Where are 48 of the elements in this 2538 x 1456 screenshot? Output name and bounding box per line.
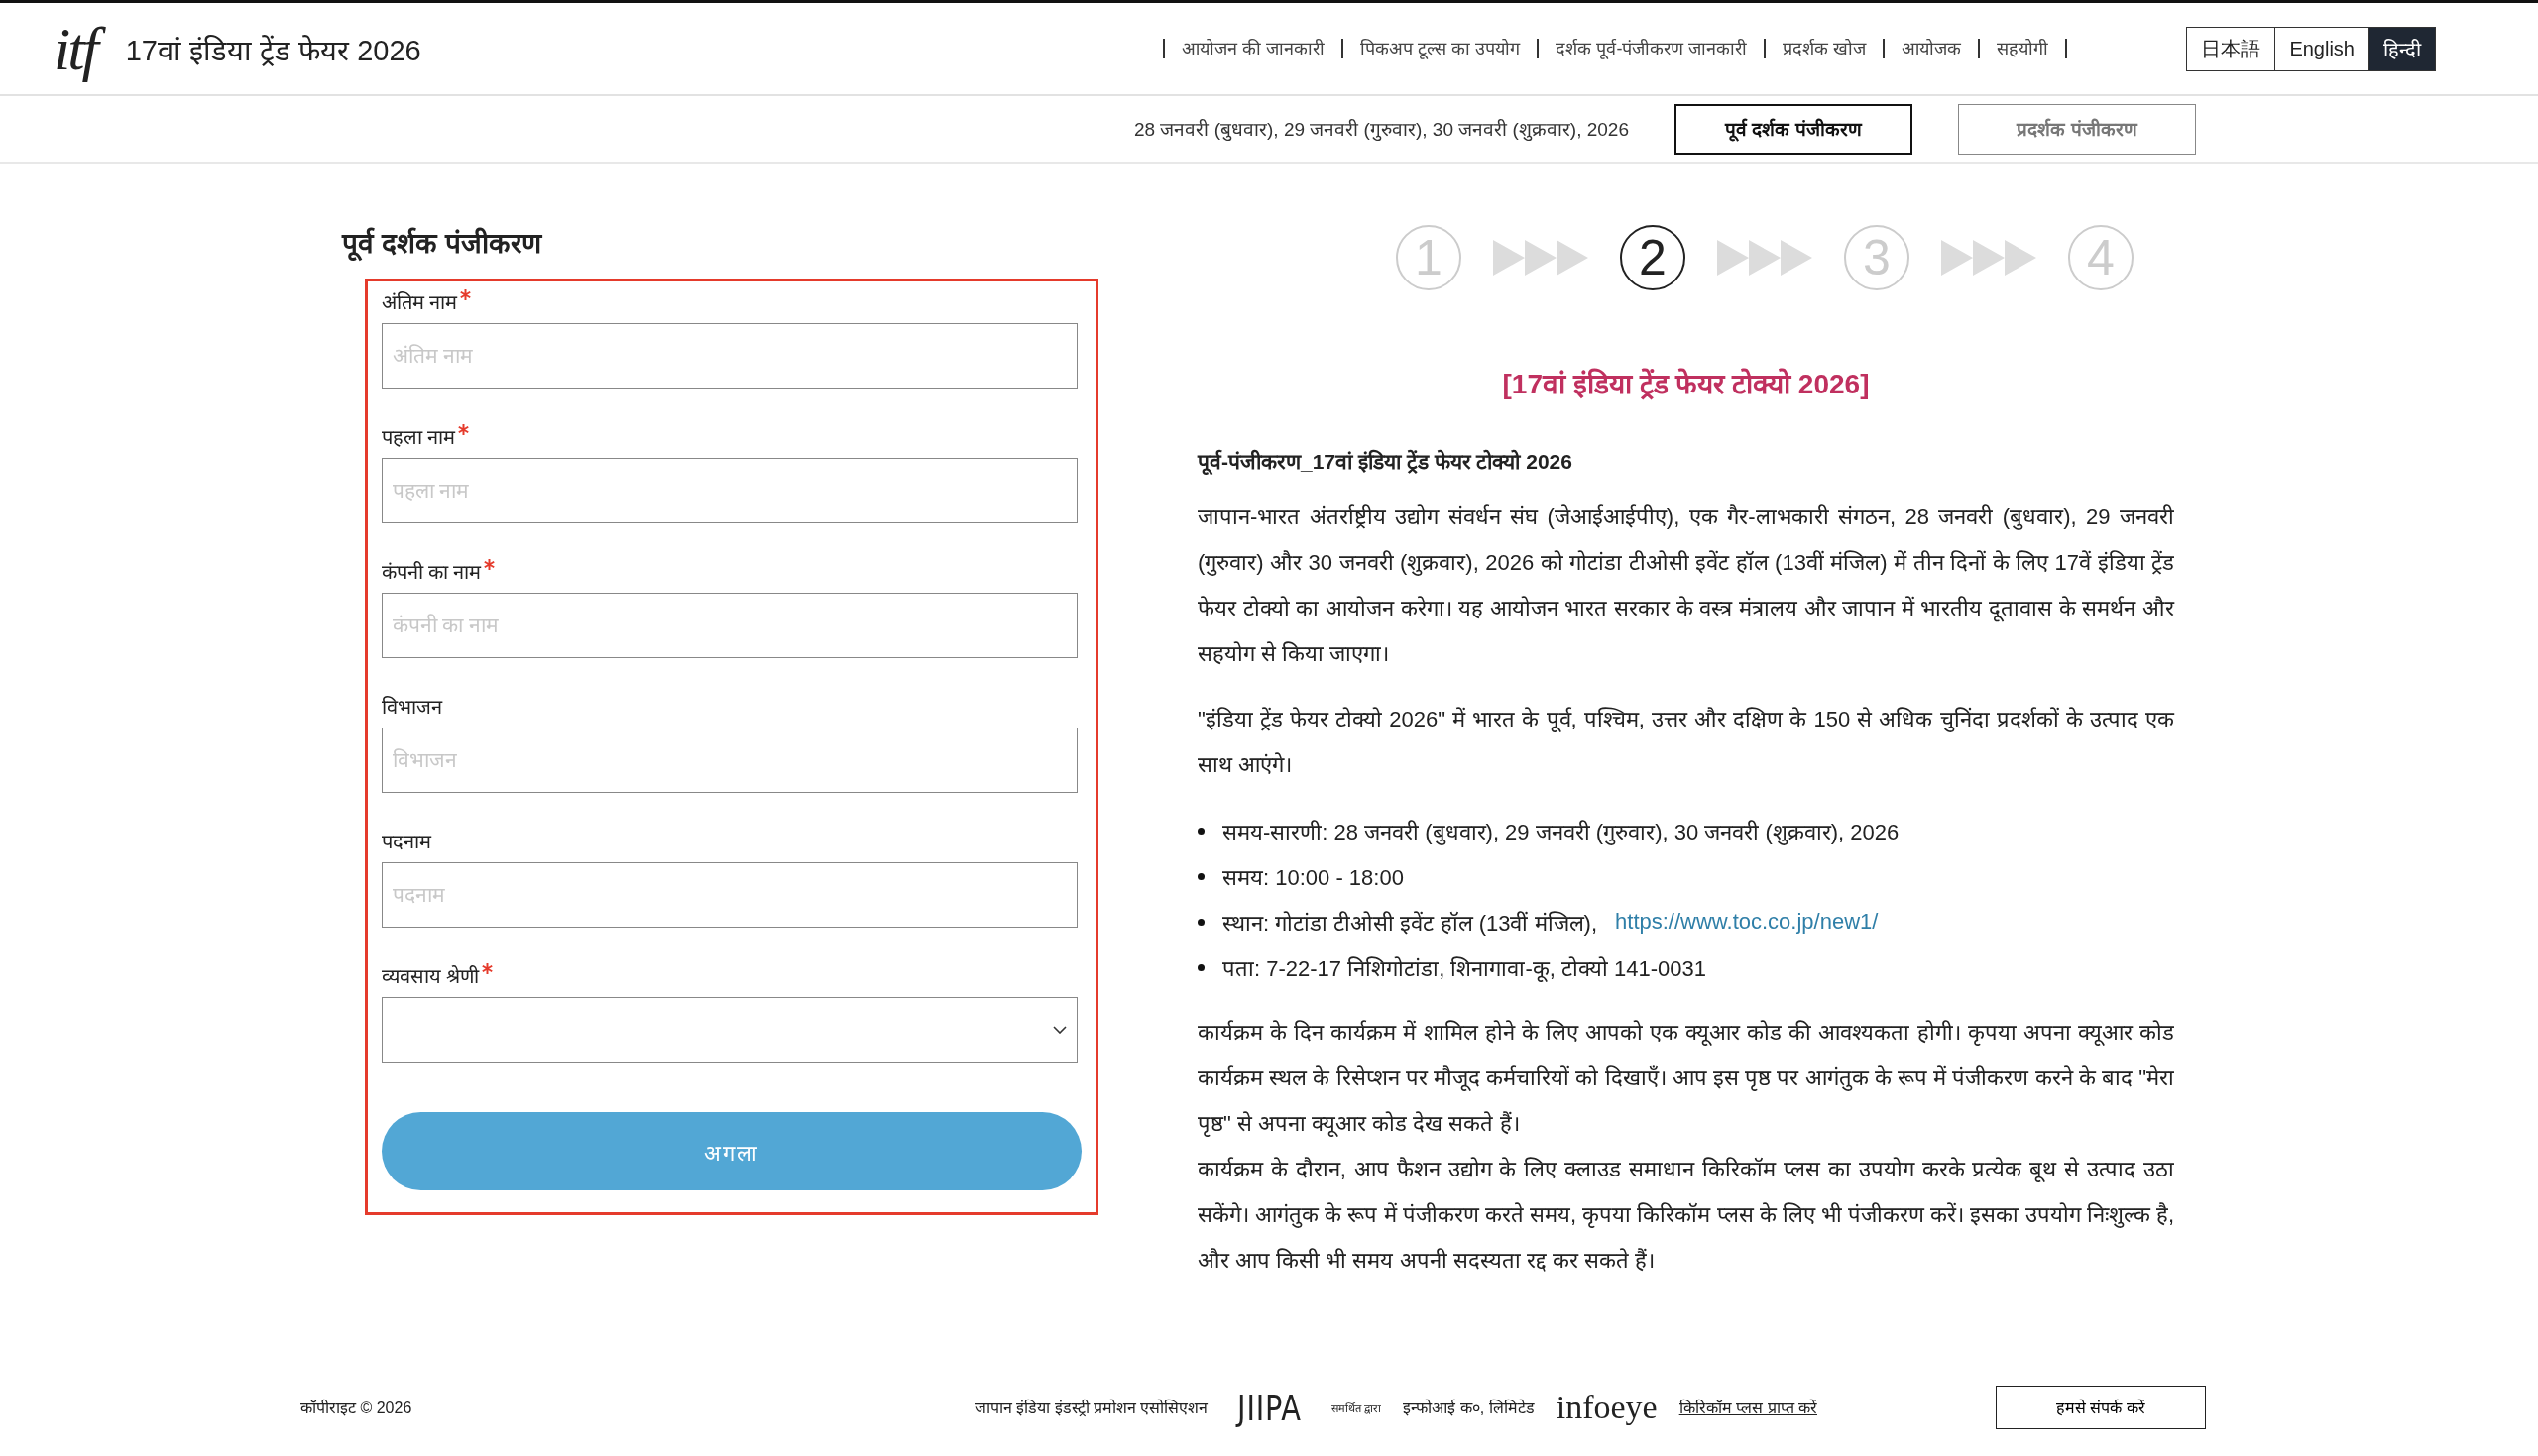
field-label: अंतिम नाम xyxy=(382,290,457,315)
bullet-icon xyxy=(1198,963,1205,971)
list-item: समय-सारणी: 28 जनवरी (बुधवार), 29 जनवरी (गुरुवार), 30 जनवरी (शुक्रवार), 2026 xyxy=(1222,819,1900,845)
nav-link[interactable]: आयोजक xyxy=(1883,39,1979,58)
event-dates: 28 जनवरी (बुधवार), 29 जनवरी (गुरुवार), 30 जनवरी (शुक्रवार), 2026 xyxy=(1134,118,1629,142)
info-subheading: पूर्व-पंजीकरण_17वां इंडिया ट्रेंड फेयर टोक्यो 2026 xyxy=(1198,448,1573,475)
list-item: पता: 7-22-17 निशिगोटांडा, शिनागावा-कू, टोक्यो 141-0031 xyxy=(1222,955,1707,982)
arrows-icon xyxy=(1941,240,2036,276)
paragraph: कार्यक्रम के दिन कार्यक्रम में शामिल होने के लिए आपको एक क्यूआर कोड की आवश्यकता होगी। कृपया अपना क्यूआर कोड कार्यक्रम स्थल के रिसेप्शन पर मौजूद कर्मचारियों को दिखाएँ। आप इस पृष्ठ पर आगंतुक के रूप में पंजीकरण करने के बाद "मेरा पृष्ठ" से अपना क्यूआर कोड देख सकते हैं। xyxy=(1198,1019,2174,1139)
supported-by: समर्थित द्वारा xyxy=(1331,1400,1382,1415)
arrows-icon xyxy=(1493,240,1588,276)
nav-link[interactable]: दर्शक पूर्व-पंजीकरण जानकारी xyxy=(1537,39,1765,58)
registration-button[interactable]: प्रदर्शक पंजीकरण xyxy=(1958,103,2196,155)
info-heading: [17वां इंडिया ट्रेंड फेयर टोक्यो 2026] xyxy=(1501,367,1871,401)
language-button[interactable]: हिन्दी xyxy=(2368,27,2435,70)
logo[interactable]: itf xyxy=(50,8,106,89)
copyright: कॉपीराइट © 2026 xyxy=(300,1398,413,1418)
organizer-logo: JIIPA xyxy=(1237,1387,1303,1428)
caret-icon xyxy=(1053,1026,1067,1034)
nav-link[interactable]: सहयोगी xyxy=(1978,39,2068,58)
paragraph: जापान-भारत अंतर्राष्ट्रीय उद्योग संवर्धन संघ (जेआईआईपीए), एक गैर-लाभकारी संगठन, 28 जनवरी (बुधवार), 29 जनवरी (गुरुवार) और 30 जनवरी (शुक्रवार), 2026 को गोटांडा टीओसी इवेंट हॉल (13वीं मंजिल) में तीन दिनों के लिए 17वें इंडिया ट्रेंड फेयर टोक्यो का आयोजन करेगा। यह आयोजन भारत सरकार के वस्त्र मंत्रालय और जापान में भारतीय दूतावास के समर्थन और सहयोग से किया जाएगा। xyxy=(1198,504,2174,668)
supporter-name: इन्फोआई क०, लिमिटेड xyxy=(1403,1398,1535,1418)
paragraph: "इंडिया ट्रेंड फेयर टोक्यो 2026" में भारत के पूर्व, पश्चिम, उत्तर और दक्षिण के 150 से अधिक चुनिंदा प्रदर्शकों के उत्पाद एक साथ आएंगे। xyxy=(1198,706,2174,779)
form-title: पूर्व दर्शक पंजीकरण xyxy=(342,226,543,261)
supporter-logo: infoeye xyxy=(1556,1389,1658,1426)
site-title: 17वां इंडिया ट्रेंड फेयर 2026 xyxy=(125,33,421,68)
field-label: व्यवसाय श्रेणी xyxy=(382,964,479,989)
bullet-icon xyxy=(1198,872,1205,880)
venue-link[interactable]: https://www.toc.co.jp/new1/ xyxy=(1615,909,1879,935)
nav-link[interactable]: आयोजन की जानकारी xyxy=(1163,39,1342,58)
organizer-name: जापान इंडिया इंडस्ट्री प्रमोशन एसोसिएशन xyxy=(974,1398,1209,1418)
footer-link[interactable]: किरिकॉम प्लस प्राप्त करें xyxy=(1678,1397,1817,1418)
dropdown-field[interactable] xyxy=(382,997,1078,1063)
bullet-icon xyxy=(1198,827,1205,835)
nav-link[interactable]: पिकअप टूल्स का उपयोग xyxy=(1341,39,1538,58)
step-number: 2 xyxy=(1620,225,1685,290)
arrows-icon xyxy=(1717,240,1812,276)
nav-link[interactable]: प्रदर्शक खोज xyxy=(1764,39,1884,58)
list-item: स्थान: गोटांडा टीओसी इवेंट हॉल (13वीं मंजिल), xyxy=(1222,910,1598,937)
bullet-icon xyxy=(1198,918,1205,926)
field-label: विभाजन xyxy=(382,695,442,720)
contact-button[interactable]: हमसे संपर्क करें xyxy=(1996,1386,2206,1429)
registration-button[interactable]: पूर्व दर्शक पंजीकरण xyxy=(1674,103,1912,155)
list-item: समय: 10:00 - 18:00 xyxy=(1222,864,1404,891)
field-label: कंपनी का नाम xyxy=(382,560,481,585)
field-label: पदनाम xyxy=(382,830,431,854)
paragraph: कार्यक्रम के दौरान, आप फैशन उद्योग के लिए क्लाउड समाधान किरिकॉम प्लस का उपयोग करके प्रत्येक बूथ से उत्पाद उठा सकेंगे। आगंतुक के रूप में पंजीकरण करते समय, कृपया किरिकॉम प्लस के लिए भी पंजीकरण करें। इसका उपयोग निःशुल्क है, और आप किसी भी समय अपनी सदस्यता रद्द कर सकते हैं। xyxy=(1198,1156,2174,1275)
field-label: पहला नाम xyxy=(382,425,455,450)
